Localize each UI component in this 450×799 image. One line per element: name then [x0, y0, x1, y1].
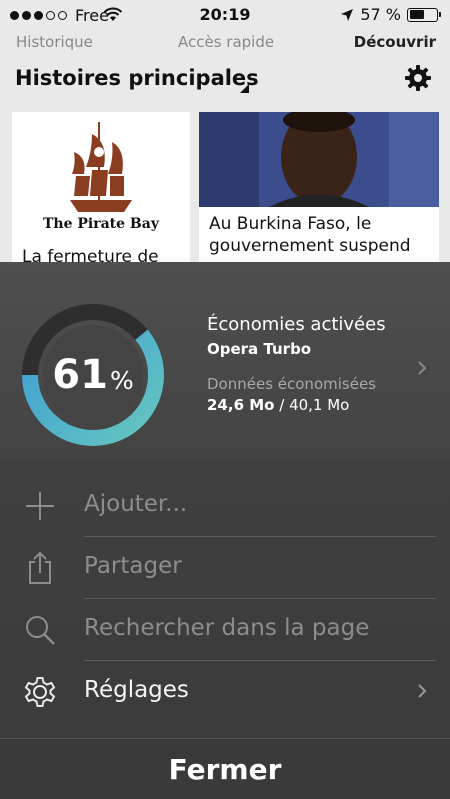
gear-icon — [24, 677, 56, 707]
battery-icon — [407, 7, 441, 22]
chevron-right-icon — [418, 684, 427, 698]
battery-percent: 57 % — [360, 5, 401, 24]
opera-menu-sheet: 61 % Économies activées Opera Turbo Donn… — [0, 262, 450, 799]
tab-decouvrir[interactable]: Découvrir — [354, 33, 436, 51]
savings-percent: 61 — [52, 352, 108, 398]
close-button[interactable]: Fermer — [0, 739, 450, 799]
gauge-label: 61 % — [20, 302, 166, 448]
menu-item-label: Ajouter... — [84, 491, 188, 517]
menu-item-label: Rechercher dans la page — [84, 615, 370, 641]
card-image: The Pirate Bay — [12, 112, 190, 240]
gear-icon[interactable] — [404, 64, 432, 92]
section-header: Histoires principales — [0, 60, 450, 100]
plus-icon — [26, 492, 54, 520]
turbo-subtitle: Opera Turbo — [207, 340, 312, 358]
card-image-caption: The Pirate Bay — [43, 216, 159, 232]
tab-acces-rapide[interactable]: Accès rapide — [178, 33, 274, 51]
saved-amount: 24,6 Mo — [207, 396, 275, 414]
menu-item-label: Partager — [84, 553, 182, 579]
menu-item-add[interactable]: Ajouter... — [0, 475, 450, 537]
search-icon — [26, 616, 55, 645]
share-icon — [29, 551, 51, 584]
data-saved-value: 24,6 Mo / 40,1 Mo — [207, 396, 349, 414]
menu-item-settings[interactable]: Réglages — [0, 661, 450, 723]
card-image — [199, 112, 439, 207]
close-bar: Fermer — [0, 738, 450, 799]
section-title[interactable]: Histoires principales — [15, 66, 259, 90]
news-card[interactable]: Au Burkina Faso, le gouvernement suspend — [199, 112, 439, 282]
data-saved-label: Données économisées — [207, 375, 376, 393]
top-tabs: Historique Accès rapide Découvrir — [0, 33, 450, 55]
turbo-title: Économies activées — [207, 314, 386, 335]
tab-historique[interactable]: Historique — [16, 33, 93, 51]
news-card[interactable]: The Pirate Bay La fermeture de — [12, 112, 190, 282]
chevron-right-icon — [418, 361, 427, 375]
menu-item-label: Réglages — [84, 677, 189, 703]
location-arrow-icon — [341, 8, 354, 21]
menu-list: Ajouter... Partager Rechercher dans la p… — [0, 475, 450, 723]
dropdown-caret-icon[interactable] — [240, 84, 249, 93]
status-bar: Free 20:19 57 % — [0, 0, 450, 30]
total-amount: / 40,1 Mo — [279, 396, 350, 414]
menu-item-share[interactable]: Partager — [0, 537, 450, 599]
percent-sign: % — [109, 365, 134, 395]
opera-turbo-panel[interactable]: 61 % Économies activées Opera Turbo Donn… — [0, 262, 450, 459]
menu-item-find-in-page[interactable]: Rechercher dans la page — [0, 599, 450, 661]
portrait-photo — [199, 112, 439, 207]
card-headline: Au Burkina Faso, le gouvernement suspend — [209, 214, 411, 256]
